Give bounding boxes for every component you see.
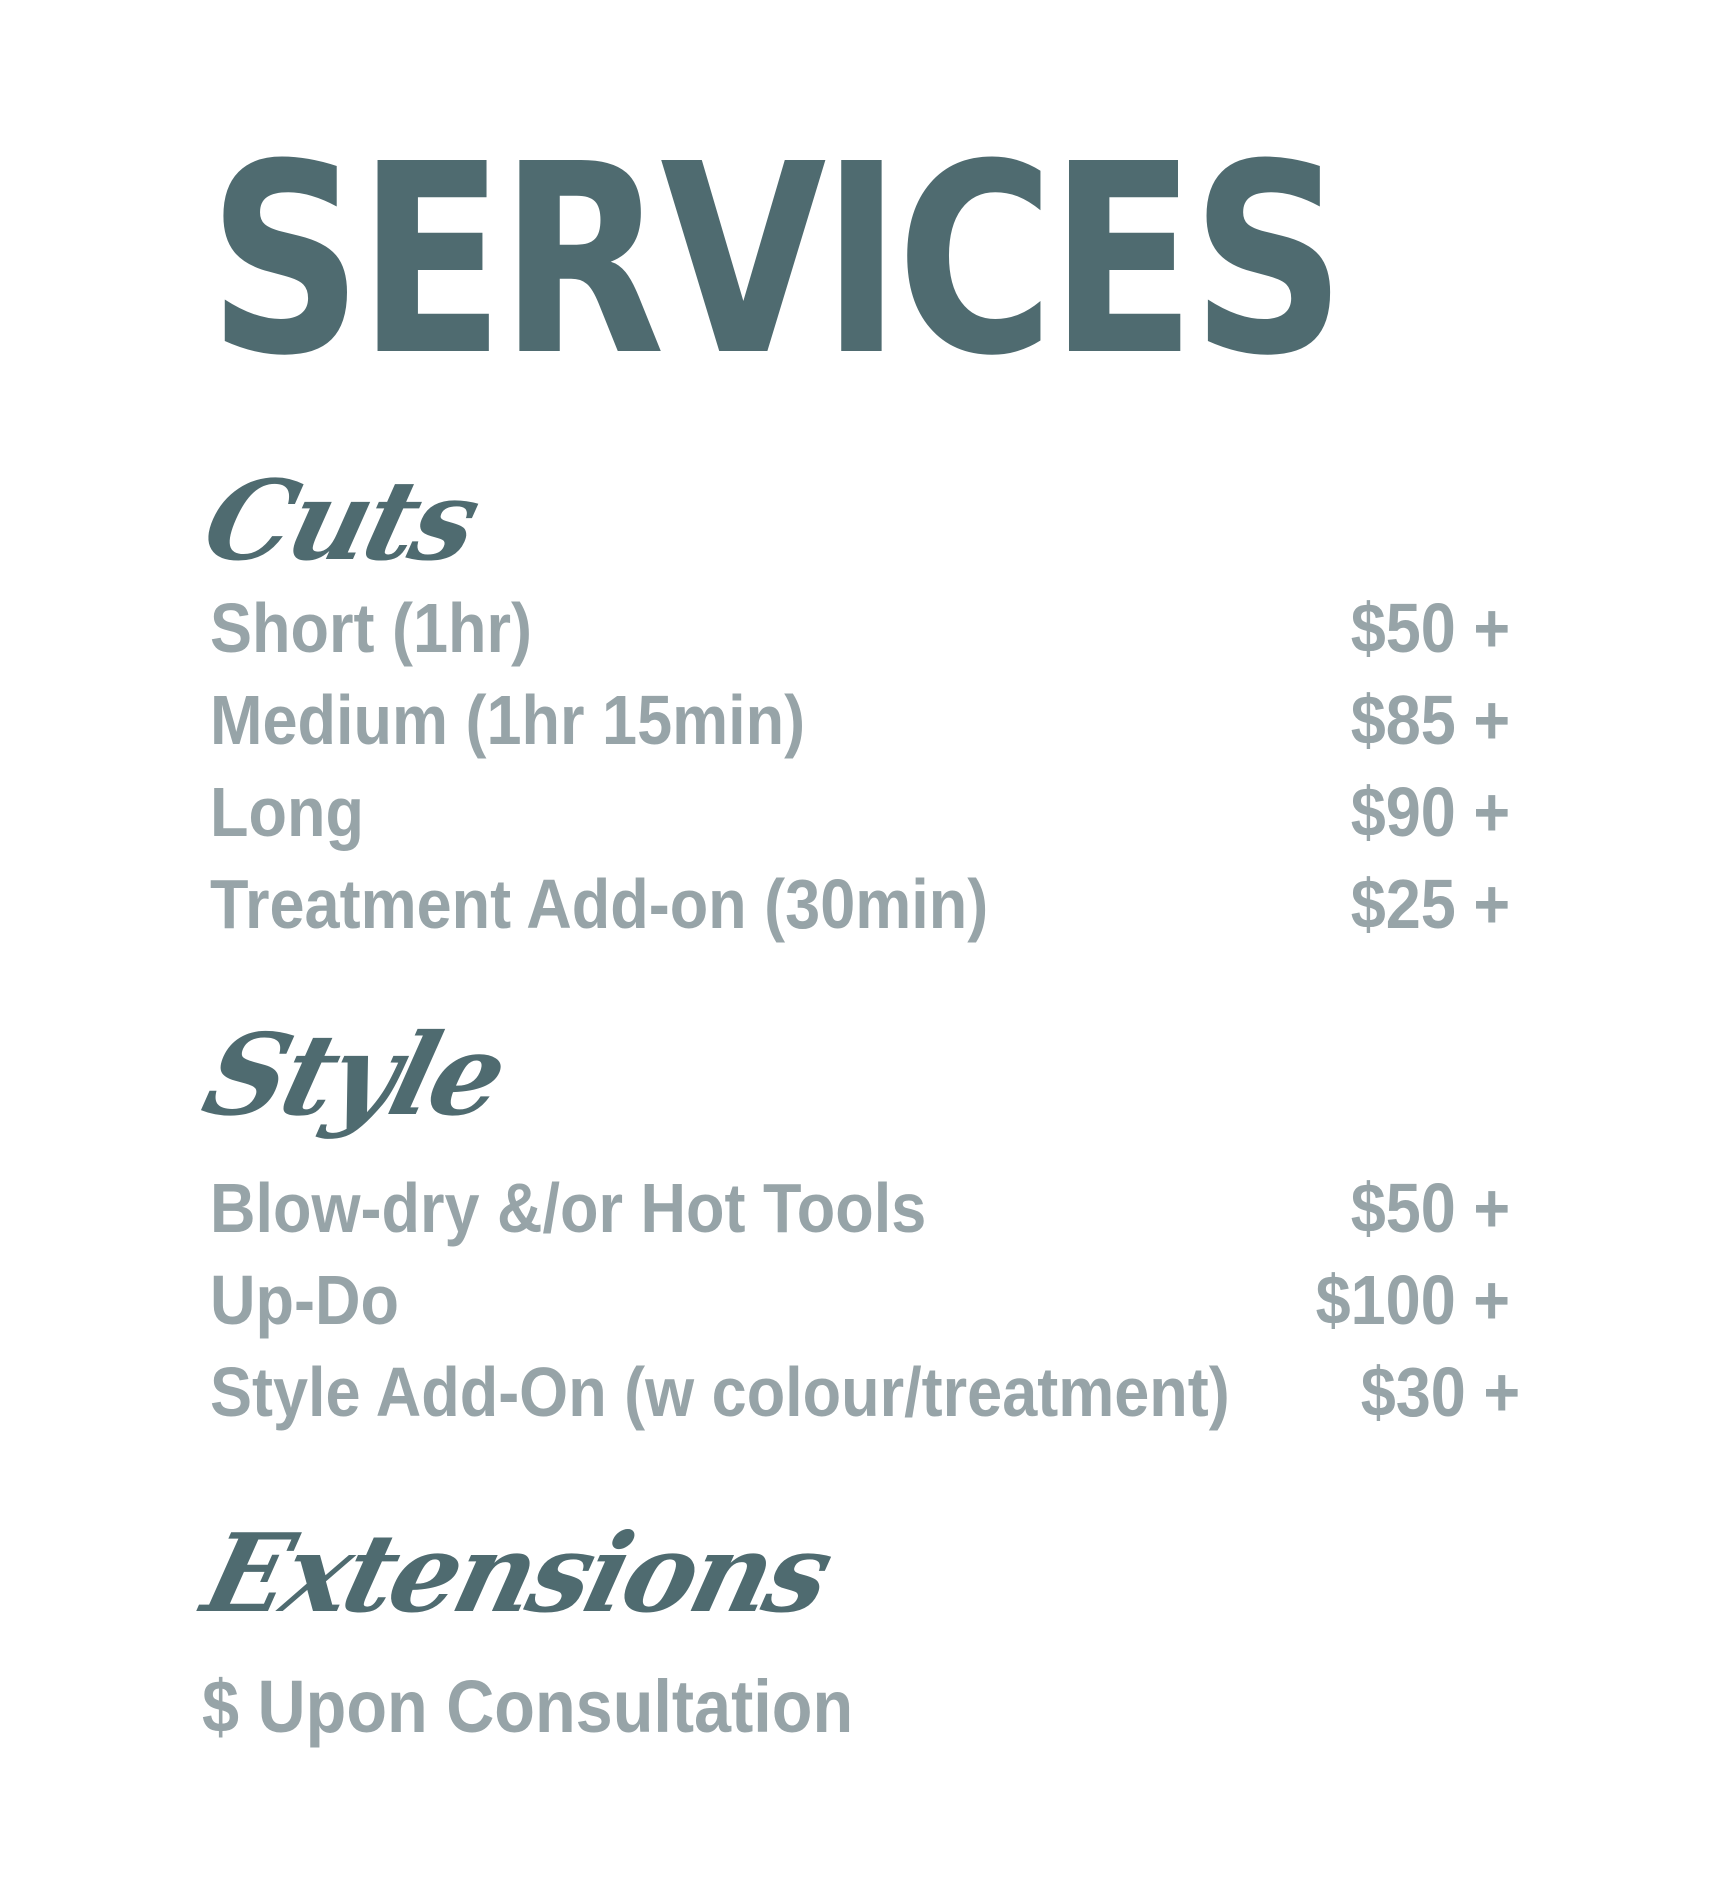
service-price: $25 + [1350, 865, 1510, 943]
cuts-price-list: Short (1hr) $50 + Medium (1hr 15min) $85… [210, 582, 1510, 950]
price-row: Blow-dry &/or Hot Tools $50 + [210, 1162, 1510, 1254]
price-row: Style Add-On (w colour/treatment) $30 + [210, 1346, 1520, 1438]
price-row: Treatment Add-on (30min) $25 + [210, 858, 1510, 950]
service-price: $50 + [1350, 589, 1510, 667]
service-price: $30 + [1360, 1353, 1521, 1431]
service-name: Treatment Add-on (30min) [210, 865, 989, 943]
section-heading-extensions: Extensions [192, 1511, 841, 1637]
service-name: Short (1hr) [210, 589, 532, 667]
service-name: Up-Do [210, 1261, 399, 1339]
price-row: Long $90 + [210, 766, 1510, 858]
services-page: SERVICES Cuts Short (1hr) $50 + Medium (… [0, 0, 1728, 1885]
service-name: Style Add-On (w colour/treatment) [210, 1353, 1230, 1431]
service-name: Medium (1hr 15min) [210, 681, 806, 759]
price-row: Medium (1hr 15min) $85 + [210, 674, 1510, 766]
service-name: Long [210, 773, 364, 851]
price-row: Short (1hr) $50 + [210, 582, 1510, 674]
service-price: $90 + [1350, 773, 1510, 851]
service-price: $100 + [1315, 1261, 1510, 1339]
section-heading-style: Style [191, 1010, 516, 1141]
page-title: SERVICES [208, 108, 1346, 413]
style-price-list: Blow-dry &/or Hot Tools $50 + Up-Do $100… [210, 1162, 1520, 1438]
section-heading-cuts: Cuts [192, 456, 489, 585]
price-row: Up-Do $100 + [210, 1254, 1510, 1346]
service-price: $50 + [1350, 1169, 1510, 1247]
extensions-consultation-note: $ Upon Consultation [202, 1665, 854, 1748]
service-name: Blow-dry &/or Hot Tools [210, 1169, 927, 1247]
service-price: $85 + [1350, 681, 1510, 759]
